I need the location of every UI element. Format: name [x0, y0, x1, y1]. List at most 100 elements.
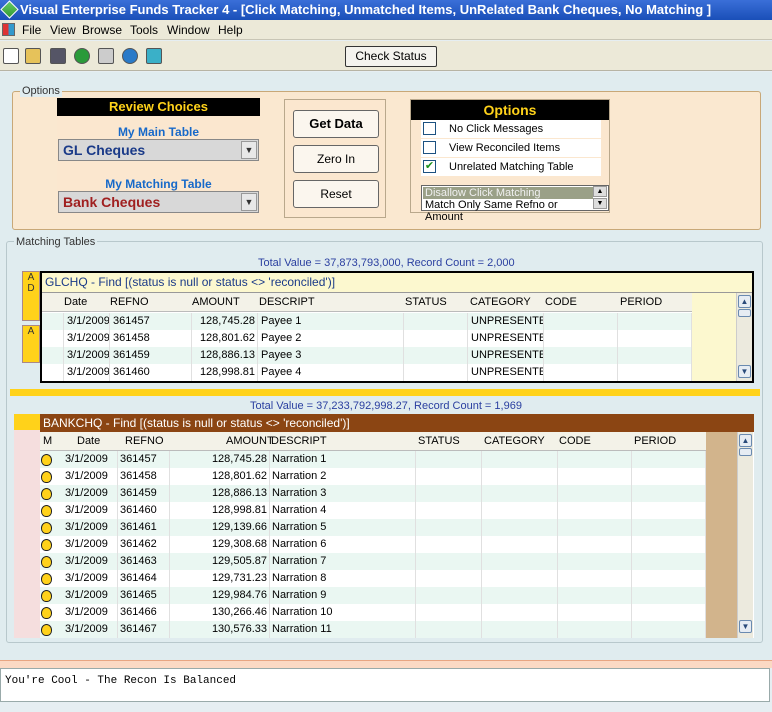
menu-file[interactable]: File: [22, 23, 41, 37]
table-row[interactable]: 3/1/2009 361464 129,731.23 Narration 8: [40, 570, 706, 587]
cell-refno[interactable]: 361462: [118, 536, 170, 553]
table-row[interactable]: 3/1/2009 361467 130,576.33 Narration 11: [40, 621, 706, 638]
cell-period[interactable]: [632, 519, 706, 536]
cell-code[interactable]: [544, 313, 618, 330]
cell-refno[interactable]: 361457: [118, 451, 170, 468]
cell-refno[interactable]: 361461: [118, 519, 170, 536]
cell-code[interactable]: [544, 347, 618, 364]
globe-icon[interactable]: [122, 48, 138, 64]
col-status[interactable]: STATUS: [405, 293, 447, 312]
person-marker-icon[interactable]: [41, 454, 52, 466]
no-click-messages-checkbox[interactable]: No Click Messages: [421, 120, 601, 138]
cell-descript[interactable]: Narration 6: [270, 536, 416, 553]
cell-date[interactable]: 3/1/2009: [62, 502, 118, 519]
cell-period[interactable]: [618, 364, 692, 381]
cell-category[interactable]: [482, 536, 558, 553]
cell-code[interactable]: [558, 553, 632, 570]
scroll-down-icon[interactable]: ▼: [593, 198, 607, 209]
cell-code[interactable]: [544, 330, 618, 347]
list-item-match-same[interactable]: Match Only Same Refno or Amount: [423, 199, 593, 223]
cell-category[interactable]: UNPRESENTE: [468, 347, 544, 364]
cell-descript[interactable]: Narration 10: [270, 604, 416, 621]
cell-amount[interactable]: 129,731.23: [170, 570, 270, 587]
table-row[interactable]: 3/1/2009 361459 128,886.13 Payee 3 UNPRESENT…: [42, 347, 692, 364]
cell-refno[interactable]: 361458: [118, 468, 170, 485]
keyboard-icon[interactable]: [98, 48, 114, 64]
cell-descript[interactable]: Narration 8: [270, 570, 416, 587]
cell-amount[interactable]: 128,886.13: [170, 485, 270, 502]
cell-code[interactable]: [558, 587, 632, 604]
cell-period[interactable]: [632, 604, 706, 621]
person-marker-icon[interactable]: [41, 471, 52, 483]
person-marker-icon[interactable]: [41, 624, 52, 636]
cell-code[interactable]: [558, 570, 632, 587]
checkbox-box[interactable]: [423, 141, 436, 154]
cell-date[interactable]: 3/1/2009: [62, 570, 118, 587]
person-marker-icon[interactable]: [41, 505, 52, 517]
menu-browse[interactable]: Browse: [82, 23, 122, 37]
cell-code[interactable]: [544, 364, 618, 381]
cell-period[interactable]: [618, 330, 692, 347]
cell-status[interactable]: [416, 604, 482, 621]
cell-period[interactable]: [632, 621, 706, 638]
cell-period[interactable]: [632, 587, 706, 604]
new-doc-icon[interactable]: [3, 48, 19, 64]
cell-status[interactable]: [416, 519, 482, 536]
col-amount[interactable]: AMOUNT: [226, 432, 274, 451]
scroll-down-icon[interactable]: ▼: [739, 620, 752, 633]
cell-refno[interactable]: 361459: [110, 347, 192, 364]
cell-category[interactable]: [482, 502, 558, 519]
cell-code[interactable]: [558, 451, 632, 468]
save-icon[interactable]: [50, 48, 66, 64]
side-tab-bank[interactable]: A: [22, 325, 40, 363]
cell-amount[interactable]: 128,998.81: [170, 502, 270, 519]
cell-status[interactable]: [404, 364, 468, 381]
col-m[interactable]: M: [43, 432, 52, 451]
col-category[interactable]: CATEGORY: [470, 293, 531, 312]
cell-descript[interactable]: Payee 2: [258, 330, 404, 347]
col-refno[interactable]: REFNO: [110, 293, 149, 312]
cell-date[interactable]: 3/1/2009: [62, 587, 118, 604]
table-row[interactable]: 3/1/2009 361460 128,998.81 Narration 4: [40, 502, 706, 519]
cell-descript[interactable]: Narration 7: [270, 553, 416, 570]
cell-date[interactable]: 3/1/2009: [62, 621, 118, 638]
list-item-disallow[interactable]: Disallow Click Matching: [423, 187, 593, 199]
cell-category[interactable]: [482, 519, 558, 536]
cell-refno[interactable]: 361460: [118, 502, 170, 519]
col-period[interactable]: PERIOD: [620, 293, 662, 312]
table-row[interactable]: 3/1/2009 361466 130,266.46 Narration 10: [40, 604, 706, 621]
scroll-up-icon[interactable]: ▲: [739, 434, 752, 447]
cell-code[interactable]: [558, 621, 632, 638]
cell-descript[interactable]: Narration 1: [270, 451, 416, 468]
cell-date[interactable]: 3/1/2009: [62, 536, 118, 553]
table-row[interactable]: 3/1/2009 361459 128,886.13 Narration 3: [40, 485, 706, 502]
cell-amount[interactable]: 128,801.62: [170, 468, 270, 485]
table-row[interactable]: 3/1/2009 361462 129,308.68 Narration 6: [40, 536, 706, 553]
cell-period[interactable]: [632, 502, 706, 519]
cell-refno[interactable]: 361460: [110, 364, 192, 381]
person-marker-icon[interactable]: [41, 539, 52, 551]
cell-period[interactable]: [618, 313, 692, 330]
table-row[interactable]: 3/1/2009 361461 129,139.66 Narration 5: [40, 519, 706, 536]
menu-view[interactable]: View: [50, 23, 76, 37]
col-status[interactable]: STATUS: [418, 432, 460, 451]
menu-help[interactable]: Help: [218, 23, 243, 37]
matching-table-select[interactable]: Bank Cheques ▼: [58, 191, 259, 213]
view-reconciled-checkbox[interactable]: View Reconciled Items: [421, 139, 601, 157]
cell-status[interactable]: [416, 451, 482, 468]
cell-descript[interactable]: Narration 5: [270, 519, 416, 536]
cell-refno[interactable]: 361457: [110, 313, 192, 330]
cell-category[interactable]: UNPRESENTE: [468, 330, 544, 347]
cell-category[interactable]: [482, 468, 558, 485]
cell-status[interactable]: [416, 587, 482, 604]
cell-amount[interactable]: 129,505.87: [170, 553, 270, 570]
scroll-thumb[interactable]: [739, 448, 752, 456]
cell-amount[interactable]: 129,139.66: [170, 519, 270, 536]
col-descript[interactable]: DESCRIPT: [259, 293, 315, 312]
cell-date[interactable]: 3/1/2009: [62, 468, 118, 485]
col-refno[interactable]: REFNO: [125, 432, 164, 451]
cell-code[interactable]: [558, 536, 632, 553]
col-category[interactable]: CATEGORY: [484, 432, 545, 451]
person-marker-icon[interactable]: [41, 607, 52, 619]
cell-descript[interactable]: Payee 4: [258, 364, 404, 381]
